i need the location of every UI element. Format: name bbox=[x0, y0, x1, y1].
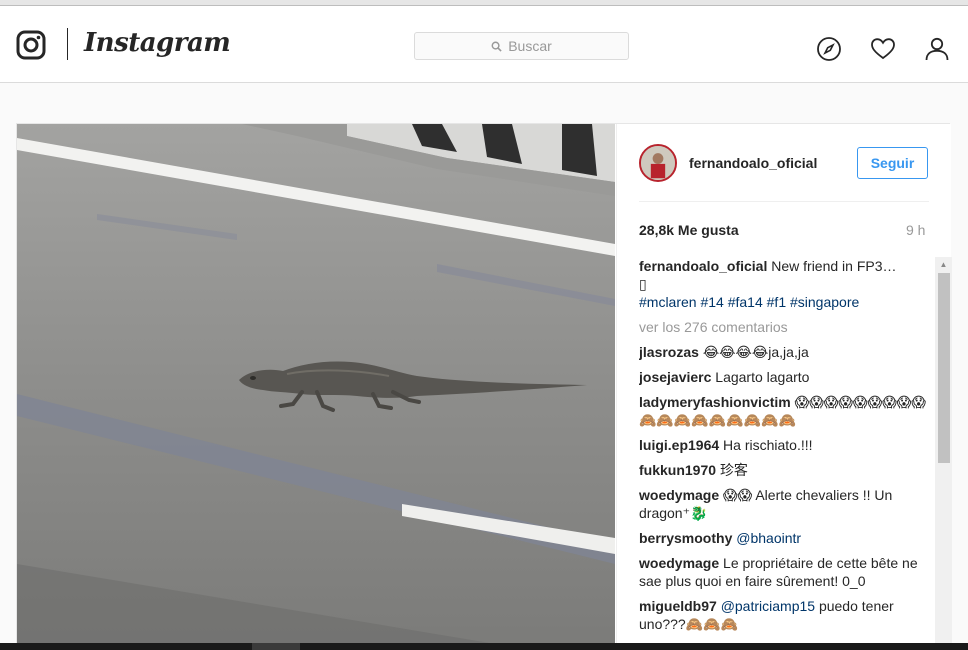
caption-user[interactable]: fernandoalo_oficial bbox=[639, 258, 767, 274]
list-item: jlasrozas 😂😂😂😂ja,ja,ja bbox=[639, 343, 929, 361]
list-item: migueldb97 @patriciamp15 puedo tener uno… bbox=[639, 597, 929, 633]
follow-button[interactable]: Seguir bbox=[857, 147, 928, 179]
taskbar bbox=[0, 643, 968, 650]
comment-text: 珍客 bbox=[719, 462, 748, 478]
instagram-wordmark[interactable]: Instagram bbox=[84, 28, 231, 58]
search-icon bbox=[491, 41, 502, 52]
scroll-up-arrow-icon[interactable]: ▲ bbox=[935, 257, 952, 271]
comment-user[interactable]: berrysmoothy bbox=[639, 530, 732, 546]
comments-scrollbar[interactable]: ▲ ▼ bbox=[935, 257, 952, 650]
profile-icon[interactable] bbox=[924, 36, 950, 62]
comment-user[interactable]: luigi.ep1964 bbox=[639, 437, 719, 453]
list-item: woedymage 😱😱 Alerte chevaliers !! Un dra… bbox=[639, 486, 929, 522]
list-item: luigi.ep1964 Ha rischiato.!!! bbox=[639, 436, 929, 454]
list-item: josejavierc Lagarto lagarto bbox=[639, 368, 929, 386]
comment-user[interactable]: josejavierc bbox=[639, 369, 711, 385]
comment-text: Lagarto lagarto bbox=[715, 369, 810, 385]
caption-glyph: ▯ bbox=[639, 276, 647, 292]
comment-user[interactable]: jlasrozas bbox=[639, 344, 699, 360]
instagram-camera-icon[interactable] bbox=[16, 30, 46, 60]
caption-hashtags[interactable]: #mclaren #14 #fa14 #f1 #singapore bbox=[639, 294, 859, 310]
post-username[interactable]: fernandoalo_oficial bbox=[689, 155, 817, 171]
lizard-on-track-image bbox=[17, 124, 615, 650]
comment-text: Ha rischiato.!!! bbox=[723, 437, 813, 453]
comment-mention[interactable]: @bhaointr bbox=[736, 530, 801, 546]
comment-mention[interactable]: @patriciamp15 bbox=[721, 598, 815, 614]
comment-text: 😂😂😂😂ja,ja,ja bbox=[702, 344, 809, 360]
avatar[interactable] bbox=[639, 144, 677, 182]
likes-count[interactable]: 28,8k Me gusta bbox=[639, 222, 739, 238]
caption: fernandoalo_oficial New friend in FP3… ▯… bbox=[639, 257, 929, 311]
search-input[interactable]: Buscar bbox=[414, 32, 629, 60]
comments-list: fernandoalo_oficial New friend in FP3… ▯… bbox=[639, 257, 929, 650]
list-item: fukkun1970 珍客 bbox=[639, 461, 929, 479]
caption-text: New friend in FP3… bbox=[771, 258, 897, 274]
comment-user[interactable]: migueldb97 bbox=[639, 598, 717, 614]
comment-user[interactable]: fukkun1970 bbox=[639, 462, 716, 478]
compass-icon[interactable] bbox=[816, 36, 842, 62]
post-article: fernandoalo_oficial Seguir 28,8k Me gust… bbox=[16, 123, 952, 650]
list-item: woedymage Le propriétaire de cette bête … bbox=[639, 554, 929, 590]
heart-icon[interactable] bbox=[870, 36, 896, 62]
search-placeholder: Buscar bbox=[508, 38, 552, 54]
comment-user[interactable]: woedymage bbox=[639, 555, 719, 571]
post-header: fernandoalo_oficial Seguir bbox=[639, 124, 929, 202]
list-item: ladymeryfashionvictim 😱😱😱😱😱😱😱😱😱🙈🙈🙈🙈🙈🙈🙈🙈🙈 bbox=[639, 393, 929, 429]
taskbar-item[interactable] bbox=[252, 643, 300, 650]
post-sidebar: fernandoalo_oficial Seguir 28,8k Me gust… bbox=[616, 124, 952, 650]
scrollbar-thumb[interactable] bbox=[938, 273, 950, 463]
comment-user[interactable]: woedymage bbox=[639, 487, 719, 503]
navbar: Instagram Buscar bbox=[0, 6, 968, 83]
post-photo[interactable] bbox=[17, 124, 615, 650]
comment-user[interactable]: ladymeryfashionvictim bbox=[639, 394, 791, 410]
logo-divider bbox=[67, 28, 68, 60]
list-item: berrysmoothy @bhaointr bbox=[639, 529, 929, 547]
view-all-comments-link[interactable]: ver los 276 comentarios bbox=[639, 318, 929, 336]
post-time[interactable]: 9 h bbox=[906, 222, 925, 238]
